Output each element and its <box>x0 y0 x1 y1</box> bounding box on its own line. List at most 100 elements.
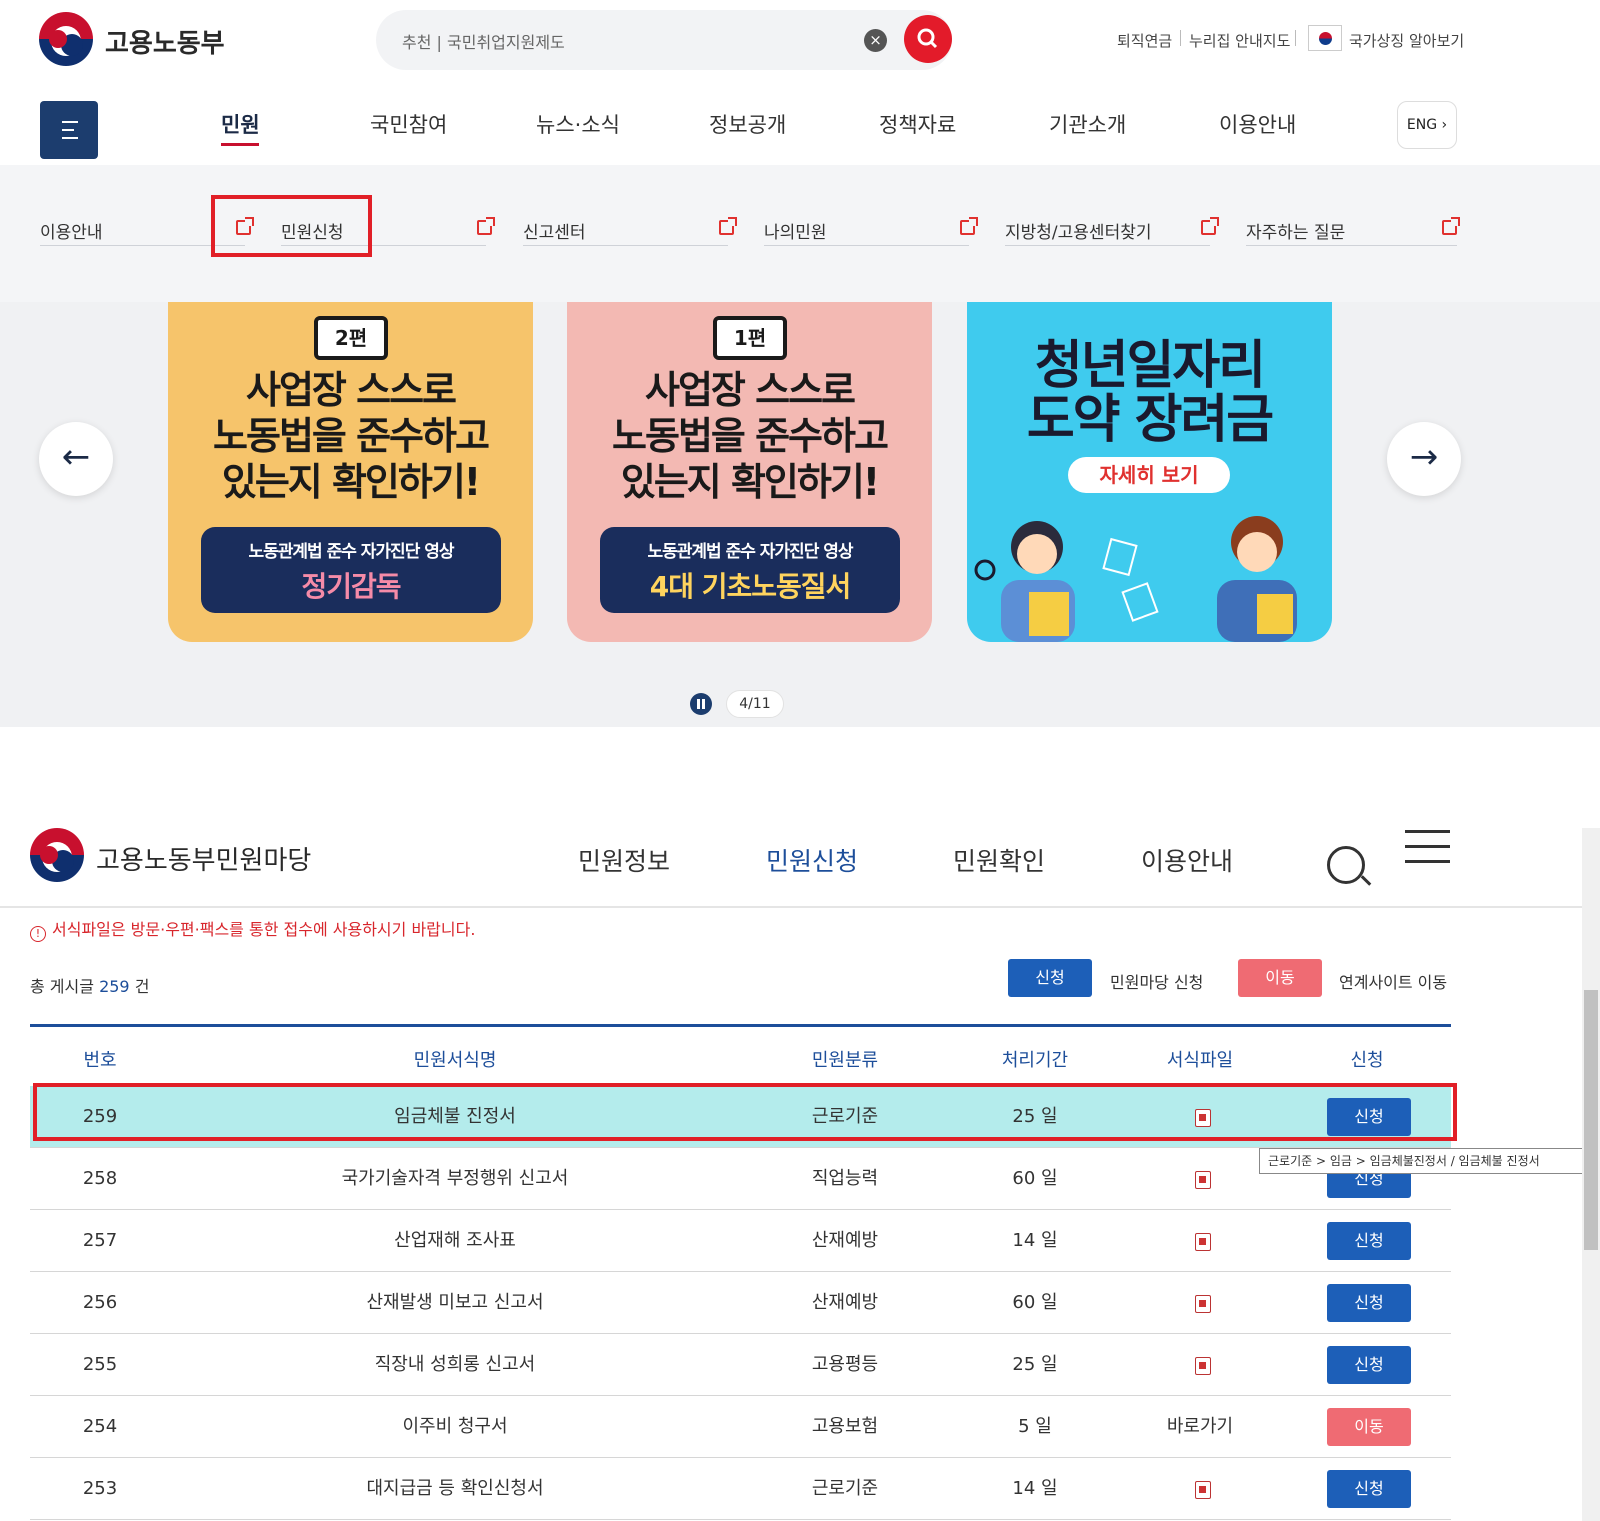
cell-name[interactable]: 이주비 청구서 <box>305 1396 605 1458</box>
arrow-right-icon: → <box>1409 437 1439 477</box>
gnb-item-news[interactable]: 뉴스·소식 <box>536 109 620 139</box>
move-button[interactable]: 이동 <box>1327 1408 1411 1446</box>
legend-apply-badge: 신청 <box>1008 959 1092 997</box>
search-bar[interactable]: 추천 | 국민취업지원제도 × <box>376 10 952 70</box>
external-link-icon <box>1442 217 1460 235</box>
minwon-nav-apply[interactable]: 민원신청 <box>766 842 858 878</box>
total-unit: 건 <box>134 977 150 996</box>
notice-message: 서식파일은 방문·우편·팩스를 통한 접수에 사용하시기 바랍니다. <box>52 920 476 939</box>
apply-button[interactable]: 신청 <box>1327 1346 1411 1384</box>
language-eng-button[interactable]: ENG › <box>1397 101 1457 149</box>
file-download-icon[interactable] <box>1195 1233 1211 1251</box>
shortcut-link[interactable]: 바로가기 <box>1140 1396 1260 1458</box>
carousel-prev-button[interactable]: ← <box>39 422 113 496</box>
banner-line: 도약 장려금 <box>1026 390 1274 450</box>
minwon-nav-guide[interactable]: 이용안내 <box>1141 842 1233 878</box>
column-header-file: 서식파일 <box>1166 1050 1234 1071</box>
banner-sub-title: 노동관계법 준수 자가진단 영상 <box>248 542 454 562</box>
util-link-symbols[interactable]: 국가상징 알아보기 <box>1349 30 1464 51</box>
file-download-icon[interactable] <box>1195 1171 1211 1189</box>
search-icon[interactable] <box>1327 846 1365 884</box>
divider <box>1295 30 1296 46</box>
util-link-pension[interactable]: 퇴직연금 <box>1117 30 1172 51</box>
banner-detail-button[interactable]: 자세히 보기 <box>1068 457 1230 493</box>
cell-no: 253 <box>82 1478 118 1499</box>
cell-period: 14 일 <box>1012 1230 1058 1251</box>
banner-slide[interactable]: 1편 사업장 스스로 노동법을 준수하고 있는지 확인하기! 노동관계법 준수 … <box>567 302 932 642</box>
table-row[interactable]: 256 산재발생 미보고 신고서 산재예방 60 일 신청 <box>30 1272 1451 1334</box>
minwon-nav-info[interactable]: 민원정보 <box>578 842 670 878</box>
util-link-sitemap[interactable]: 누리집 안내지도 <box>1189 30 1290 51</box>
file-download-icon[interactable] <box>1195 1357 1211 1375</box>
table-row[interactable]: 255 직장내 성희롱 신고서 고용평등 25 일 신청 <box>30 1334 1451 1396</box>
external-link-icon <box>960 217 978 235</box>
korea-flag-icon <box>1308 25 1342 51</box>
apply-button[interactable]: 신청 <box>1327 1284 1411 1322</box>
submenu-item-office[interactable]: 지방청/고용센터찾기 <box>1005 217 1219 246</box>
search-icon <box>917 28 938 49</box>
table-row[interactable]: 253 대지급금 등 확인신청서 근로기준 14 일 신청 <box>30 1458 1451 1520</box>
annotation-highlight-box <box>211 195 372 257</box>
banner-label-box: 노동관계법 준수 자가진단 영상 정기감독 <box>201 527 501 613</box>
divider <box>0 906 1582 908</box>
ministry-logo-icon[interactable] <box>39 12 93 66</box>
banner-line: 사업장 스스로 <box>246 368 457 412</box>
cell-no: 255 <box>82 1354 118 1375</box>
minwon-nav-check[interactable]: 민원확인 <box>953 842 1045 878</box>
cell-name[interactable]: 산재발생 미보고 신고서 <box>305 1272 605 1334</box>
cell-no: 254 <box>82 1416 118 1437</box>
cell-name[interactable]: 대지급금 등 확인신청서 <box>305 1458 605 1520</box>
gnb-item-minwon[interactable]: 민원 <box>221 109 260 139</box>
cell-period: 60 일 <box>1012 1292 1058 1313</box>
file-download-icon[interactable] <box>1195 1481 1211 1499</box>
scrollbar-thumb[interactable] <box>1584 990 1598 1250</box>
external-link-icon <box>719 217 737 235</box>
banner-slide[interactable]: 2편 사업장 스스로 노동법을 준수하고 있는지 확인하기! 노동관계법 준수 … <box>168 302 533 642</box>
banner-sub-highlight: 4대 기초노동질서 <box>649 570 852 603</box>
table-row[interactable]: 254 이주비 청구서 고용보험 5 일 바로가기 이동 <box>30 1396 1451 1458</box>
file-download-icon[interactable] <box>1195 1295 1211 1313</box>
column-header-apply: 신청 <box>1350 1050 1384 1071</box>
gnb-item-info[interactable]: 정보공개 <box>709 109 786 139</box>
cell-period: 5 일 <box>1018 1416 1052 1437</box>
search-input[interactable]: 추천 | 국민취업지원제도 <box>402 29 565 53</box>
submenu-item-report[interactable]: 신고센터 <box>523 217 737 246</box>
apply-button[interactable]: 신청 <box>1327 1470 1411 1508</box>
hamburger-menu-button[interactable] <box>40 101 98 159</box>
arrow-left-icon: ← <box>61 437 91 477</box>
cell-category: 고용평등 <box>811 1354 879 1375</box>
submenu-item-my[interactable]: 나의민원 <box>764 217 978 246</box>
clear-icon[interactable]: × <box>864 29 887 52</box>
annotation-highlight-box <box>33 1083 1457 1141</box>
gnb-item-about[interactable]: 기관소개 <box>1049 109 1126 139</box>
pause-icon[interactable] <box>690 693 712 715</box>
total-number: 259 <box>99 977 130 996</box>
table-row[interactable]: 258 국가기술자격 부정행위 신고서 직업능력 60 일 신청 <box>30 1148 1451 1210</box>
banner-line: 있는지 확인하기! <box>620 460 880 504</box>
minwon-logo-text[interactable]: 고용노동부민원마당 <box>96 840 311 877</box>
submenu-item-faq[interactable]: 자주하는 질문 <box>1246 217 1460 246</box>
gnb-item-guide[interactable]: 이용안내 <box>1219 109 1296 139</box>
banner-sub-highlight: 정기감독 <box>301 570 401 603</box>
submenu-label: 지방청/고용센터찾기 <box>1005 223 1152 243</box>
banner-tag: 1편 <box>713 316 787 360</box>
cell-name[interactable]: 산업재해 조사표 <box>305 1210 605 1272</box>
cell-category: 직업능력 <box>811 1168 879 1189</box>
cell-no: 256 <box>82 1292 118 1313</box>
gnb-item-policy[interactable]: 정책자료 <box>879 109 956 139</box>
minwon-logo-icon[interactable] <box>30 828 84 882</box>
external-link-icon <box>477 217 495 235</box>
submenu-panel: 이용안내 민원신청 신고센터 나의민원 지방청/고용센터찾기 자주하는 질문 <box>0 165 1600 302</box>
banner-line: 노동법을 준수하고 <box>213 414 490 458</box>
active-indicator <box>221 143 259 146</box>
cell-category: 근로기준 <box>811 1478 879 1499</box>
carousel-next-button[interactable]: → <box>1387 422 1461 496</box>
search-button[interactable] <box>904 15 952 63</box>
cell-name[interactable]: 국가기술자격 부정행위 신고서 <box>305 1148 605 1210</box>
apply-button[interactable]: 신청 <box>1327 1222 1411 1260</box>
gnb-item-participation[interactable]: 국민참여 <box>370 109 447 139</box>
banner-slide[interactable]: 청년일자리 도약 장려금 자세히 보기 <box>967 302 1332 642</box>
site-logo-text[interactable]: 고용노동부 <box>105 23 225 60</box>
cell-name[interactable]: 직장내 성희롱 신고서 <box>305 1334 605 1396</box>
table-row[interactable]: 257 산업재해 조사표 산재예방 14 일 신청 <box>30 1210 1451 1272</box>
